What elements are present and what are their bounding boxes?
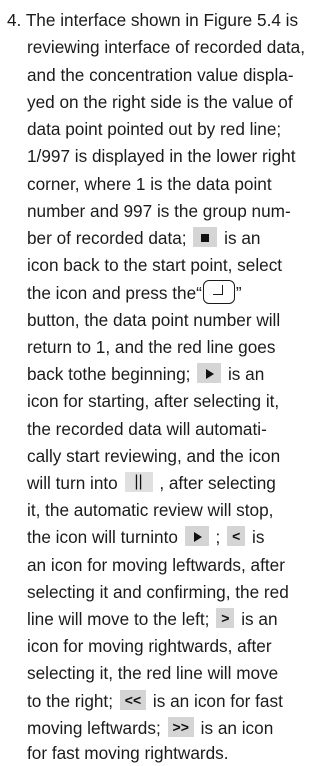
text-line: button, the data point number will bbox=[27, 310, 281, 330]
play-icon bbox=[197, 363, 222, 384]
move-right-icon: > bbox=[216, 608, 235, 629]
text-line: the icon and press the“” bbox=[27, 280, 242, 306]
text-line: cally start reviewing, and the icon bbox=[27, 446, 281, 466]
text-line: data point pointed out by red line; bbox=[27, 119, 282, 139]
text-line: icon back to the start point, select bbox=[27, 255, 283, 275]
text-line: line will move to the left; > is an bbox=[27, 608, 278, 629]
text-line: corner, where 1 is the data point bbox=[27, 174, 272, 194]
text-line: the icon will turninto ; < is bbox=[27, 526, 265, 547]
text-line: will turn into || , after selecting bbox=[27, 472, 276, 493]
text-line: 1/997 is displayed in the lower right bbox=[27, 146, 296, 166]
text-line: icon for moving rightwards, after bbox=[27, 636, 272, 656]
enter-key-icon bbox=[202, 280, 235, 305]
text-line: yed on the right side is the value of bbox=[27, 92, 293, 112]
text-line: selecting it and confirming, the red bbox=[27, 582, 289, 602]
text-line: 4. The interface shown in Figure 5.4 is bbox=[7, 10, 299, 30]
text-line: to the right; << is an icon for fast bbox=[27, 690, 283, 711]
pause-icon: || bbox=[124, 472, 153, 493]
text-line: moving leftwards; >> is an icon bbox=[27, 717, 274, 738]
text-line: the recorded data will automati- bbox=[27, 419, 267, 439]
item-number: 4. bbox=[7, 10, 22, 30]
back-to-start-icon bbox=[193, 227, 218, 248]
instruction-paragraph: 4. The interface shown in Figure 5.4 is … bbox=[0, 0, 328, 763]
text-line: it, the automatic review will stop, bbox=[27, 500, 274, 520]
fast-right-icon: >> bbox=[167, 717, 194, 738]
text-line: icon for starting, after selecting it, bbox=[27, 391, 280, 411]
text-line: ber of recorded data; is an bbox=[27, 227, 261, 248]
move-left-icon: < bbox=[227, 526, 246, 547]
text-line: number and 997 is the group num- bbox=[27, 201, 291, 221]
text-line: and the concentration value displa- bbox=[27, 65, 294, 85]
text-line: for fast moving rightwards. bbox=[27, 743, 229, 763]
fast-left-icon: << bbox=[119, 690, 147, 711]
text-line: return to 1, and the red line goes bbox=[27, 337, 276, 357]
text-line: an icon for moving leftwards, after bbox=[27, 555, 285, 575]
text-line: reviewing interface of recorded data, bbox=[27, 37, 306, 57]
play-icon bbox=[184, 526, 209, 547]
text-line: back tothe beginning; is an bbox=[27, 363, 265, 384]
text-line: selecting it, the red line will move bbox=[27, 663, 279, 683]
